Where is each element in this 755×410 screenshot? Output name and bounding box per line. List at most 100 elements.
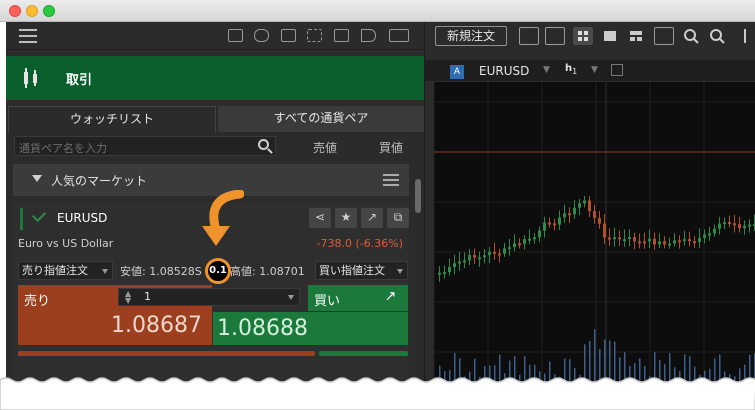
candle-body [468, 254, 471, 261]
candle-body [713, 228, 716, 234]
candle-body [578, 203, 581, 208]
maximize-window-button[interactable] [43, 5, 55, 17]
menu-icon[interactable] [19, 29, 37, 43]
share-button[interactable]: ⋖ [309, 208, 331, 228]
scrollbar-thumb[interactable] [415, 179, 421, 213]
mail-icon[interactable] [228, 29, 243, 42]
trade-title: 取引 [66, 73, 93, 88]
timeframe-sub: 1 [572, 67, 578, 76]
candle-body [558, 217, 561, 225]
candle-body [463, 260, 466, 263]
share-icon: ⋖ [314, 210, 326, 224]
candle-body [683, 239, 686, 242]
language-icon[interactable] [389, 29, 409, 42]
candle-body [708, 233, 711, 236]
chevron-down-icon[interactable]: ▼ [591, 65, 598, 75]
candle-body [728, 222, 731, 225]
chart-symbol[interactable]: EURUSD [479, 64, 529, 78]
search-icon[interactable] [258, 139, 269, 150]
candle-body [718, 223, 721, 229]
candle-body [513, 243, 516, 248]
sound-icon[interactable] [361, 29, 376, 42]
quantity-stepper[interactable]: ▲ ▼ 1 [118, 288, 300, 306]
chevron-down-icon[interactable] [288, 295, 294, 300]
pair-search-input[interactable] [15, 139, 245, 158]
chart-toolbar: 新規注文 [425, 22, 755, 50]
tab-watchlist[interactable]: ウォッチリスト [8, 106, 216, 132]
price-chart[interactable] [434, 82, 755, 382]
candle-body [443, 272, 446, 275]
chart-button[interactable]: ↗ [361, 208, 383, 228]
fullscreen-icon[interactable] [307, 29, 322, 42]
split-layout-icon[interactable] [626, 27, 646, 45]
sell-label: 売り [24, 294, 51, 309]
candle-body [593, 211, 596, 218]
trade-header: 取引 [6, 56, 424, 100]
hand-icon[interactable] [254, 29, 269, 42]
indicator-icon[interactable] [611, 64, 623, 76]
chart-icon: ↗ [366, 210, 378, 224]
candle-body [508, 247, 511, 250]
candle-body [693, 241, 696, 244]
sell-order-type-select[interactable]: 売り指値注文 [18, 261, 113, 280]
drag-handle[interactable] [20, 208, 23, 230]
layout-icon[interactable] [545, 27, 565, 45]
candle-body [633, 237, 636, 242]
buy-button[interactable]: 1.08688 [213, 312, 408, 345]
grid-layout-icon[interactable] [573, 27, 593, 45]
candle-body [498, 253, 501, 256]
buy-order-type-value: 買い指値注文 [319, 264, 385, 277]
sell-column-header: 売値 [313, 141, 338, 155]
buy-button-header[interactable]: 買い ↑ [308, 285, 408, 311]
candle-body [448, 267, 451, 273]
tab-all-pairs[interactable]: すべての通貨ペア [218, 106, 424, 132]
candle-body [543, 222, 546, 231]
zoom-out-glyph-icon [684, 29, 699, 44]
quantity-value: 1 [144, 290, 151, 303]
candle-body [533, 237, 536, 240]
order-row: 売り指値注文 安値: 1.08528S 高値: 1.08701 0.1 買い指値… [18, 258, 408, 284]
buy-price: 1.08688 [217, 316, 308, 341]
buy-order-type-select[interactable]: 買い指値注文 [315, 261, 408, 280]
candle-body [678, 240, 681, 243]
check-icon[interactable] [31, 207, 47, 223]
close-window-button[interactable] [9, 5, 21, 17]
candle-body [688, 239, 691, 242]
single-layout-icon[interactable] [600, 27, 620, 45]
detach-button[interactable]: ⧉ [387, 208, 409, 228]
buy-label: 買い [314, 294, 341, 309]
monitor-icon[interactable] [519, 27, 539, 45]
candle-body [733, 223, 736, 226]
list-icon[interactable] [383, 174, 399, 186]
zoom-out-icon[interactable] [682, 27, 702, 45]
candle-body [493, 251, 496, 254]
high-price: 高値: 1.08701 [230, 265, 305, 278]
zoom-in-icon[interactable] [708, 27, 728, 45]
candle-body [483, 255, 486, 258]
stepper-arrows-icon[interactable]: ▲ ▼ [125, 290, 131, 305]
search-box [14, 136, 276, 158]
chevron-down-icon[interactable]: ▼ [543, 65, 550, 75]
crosshair-icon[interactable] [735, 27, 755, 45]
chevron-down-icon [32, 175, 42, 182]
buy-sentiment-bar [319, 351, 408, 356]
minimize-window-button[interactable] [26, 5, 38, 17]
sell-order-type-value: 売り指値注文 [22, 264, 88, 277]
candle-body [503, 248, 506, 254]
window-icon[interactable] [334, 29, 349, 42]
candle-body [588, 200, 591, 212]
group-label: 人気のマーケット [51, 174, 148, 188]
series-badge[interactable]: A [450, 65, 464, 79]
low-price: 安値: 1.08528S [120, 265, 202, 278]
keyboard-icon[interactable] [281, 29, 296, 42]
edit-chart-icon[interactable] [654, 27, 674, 45]
price-change: -738.0 (-6.36%) [316, 237, 403, 250]
star-icon: ★ [340, 210, 352, 224]
timeframe-selector[interactable]: h1 [565, 63, 577, 76]
new-order-button[interactable]: 新規注文 [435, 26, 507, 46]
favorite-button[interactable]: ★ [335, 208, 357, 228]
instrument-symbol[interactable]: EURUSD [57, 211, 107, 225]
candle-body [673, 240, 676, 244]
candle-body [748, 224, 751, 227]
candle-body [703, 234, 706, 238]
